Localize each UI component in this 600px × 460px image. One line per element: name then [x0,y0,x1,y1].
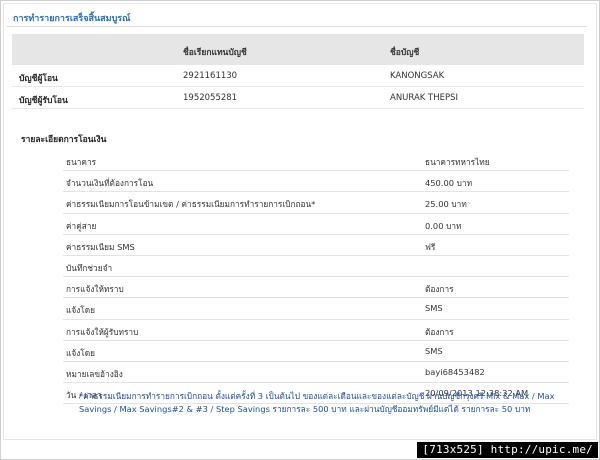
detail-row: การแจ้งให้ผู้รับทราบ ต้องการ [63,320,569,341]
detail-value: SMS [425,303,443,314]
detail-label: แจ้งโดย [66,305,95,316]
table-row: บัญชีผู้โอน 2921161130 KANONGSAK [12,65,584,87]
detail-value: ฟรี [425,241,436,252]
detail-label: การแจ้งให้ผู้รับทราบ [66,326,139,337]
detail-row: การแจ้งให้ทราบ ต้องการ [63,277,569,299]
detail-label: บันทึกช่วยจำ [66,262,113,273]
row-label: บัญชีผู้รับโอน [19,96,68,106]
detail-label: การแจ้งให้ทราบ [66,284,124,295]
detail-label: ค่าธรรมเนียม SMS [66,241,135,252]
header-account-name: ชื่อบัญชี [390,48,420,58]
detail-value: 0.00 บาท [425,220,462,231]
detail-value: ธนาคารทหารไทย [425,157,490,167]
header-alias: ชื่อเรียกแทนบัญชี [183,48,247,58]
title-divider [7,26,587,27]
detail-row: ธนาคาร ธนาคารทหารไทย [63,150,569,172]
detail-row: ค่าธรรมเนียมการโอนข้ามเขต / ค่าธรรมเนียม… [63,192,569,214]
fee-label-text: ค่าธรรมเนียมการโอนข้ามเขต / ค่าธรรมเนียม… [66,199,312,210]
detail-value: 450.00 บาท [425,178,473,189]
detail-label: หมายเลขอ้างอิง [66,368,123,379]
detail-row: ค่าคู่สาย 0.00 บาท [63,214,569,235]
details-list: ธนาคาร ธนาคารทหารไทย จำนวนเงินที่ต้องการ… [63,150,569,405]
detail-row: แจ้งโดย SMS [63,341,569,362]
detail-row: จำนวนเงินที่ต้องการโอน 450.00 บาท [63,171,569,193]
detail-row: ค่าธรรมเนียม SMS ฟรี [63,235,569,256]
detail-label: จำนวนเงินที่ต้องการโอน [66,178,154,189]
row-label: บัญชีผู้โอน [19,74,58,84]
detail-label: ค่าคู่สาย [66,220,97,231]
account-name: KANONGSAK [390,71,445,81]
accounts-table: ชื่อเรียกแทนบัญชี ชื่อบัญชี บัญชีผู้โอน … [12,34,584,109]
fee-footnote: *ค่าธรรมเนียมการทำรายการเบิกถอน ตั้งแต่ค… [79,391,555,414]
detail-value: ต้องการ [425,326,454,337]
content-panel: การทำรายการเสร็จสิ้นสมบูรณ์ ชื่อเรียกแทน… [3,3,597,440]
detail-value: SMS [425,345,443,356]
detail-label: แจ้งโดย [66,347,95,358]
account-name: ANURAK THEPSI [390,93,459,103]
details-title: รายละเอียดการโอนเงิน [21,135,107,145]
account-number: 1952055281 [183,93,238,103]
detail-label: ค่าธรรมเนียมการโอนข้ามเขต / ค่าธรรมเนียม… [66,197,315,211]
detail-row: หมายเลขอ้างอิง bayi68453482 [63,362,569,384]
detail-label: ธนาคาร [66,157,97,167]
required-mark: * [311,199,316,210]
table-row: บัญชีผู้รับโอน 1952055281 ANURAK THEPSI [12,87,584,109]
watermark: [713x525] http://upic.me/ [417,442,598,458]
detail-row: แจ้งโดย SMS [63,298,569,320]
detail-value: bayi68453482 [425,366,485,377]
detail-row: บันทึกช่วยจำ [63,256,569,278]
account-number: 2921161130 [183,71,238,81]
detail-value: 25.00 บาท [425,199,467,210]
page-title: การทำรายการเสร็จสิ้นสมบูรณ์ [13,14,131,24]
detail-value: ต้องการ [425,284,454,295]
accounts-table-header: ชื่อเรียกแทนบัญชี ชื่อบัญชี [12,34,584,65]
